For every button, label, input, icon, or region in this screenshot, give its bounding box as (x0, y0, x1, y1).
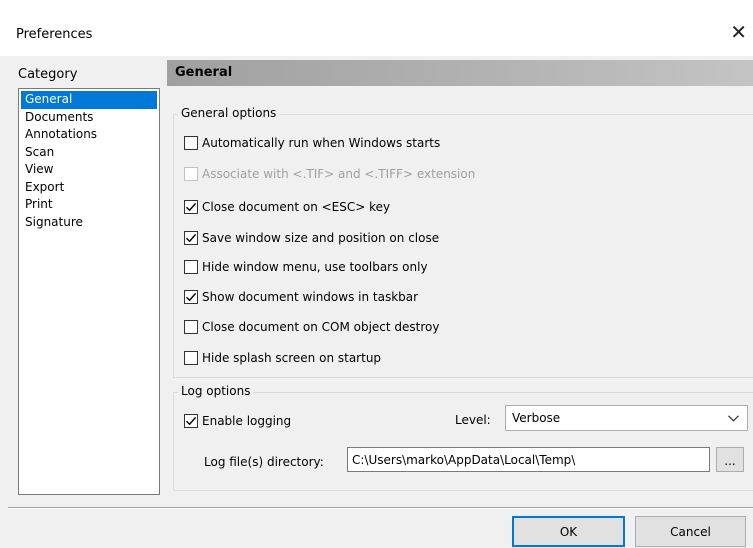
cancel-button[interactable]: Cancel (635, 516, 746, 547)
general-option-checkbox[interactable]: Save window size and position on close (184, 229, 439, 247)
general-option-label: Hide window menu, use toolbars only (202, 260, 428, 274)
enable-logging-checkbox[interactable]: Enable logging (184, 412, 291, 430)
general-option-checkbox: Associate with <.TIF> and <.TIFF> extens… (184, 165, 475, 183)
category-item-view[interactable]: View (21, 161, 157, 179)
general-option-label: Close document on <ESC> key (202, 200, 391, 214)
log-directory-input[interactable] (347, 447, 710, 472)
category-item-scan[interactable]: Scan (21, 144, 157, 162)
checkbox-box[interactable] (184, 414, 198, 428)
general-option-checkbox[interactable]: Hide window menu, use toolbars only (184, 258, 428, 276)
checkbox-box[interactable] (184, 290, 198, 304)
footer-divider (8, 507, 753, 509)
general-option-checkbox[interactable]: Hide splash screen on startup (184, 349, 381, 367)
checkbox-box[interactable] (184, 231, 198, 245)
checkbox-box[interactable] (184, 320, 198, 334)
general-options-legend: General options (178, 106, 280, 120)
general-option-label: Associate with <.TIF> and <.TIFF> extens… (202, 167, 476, 181)
category-list[interactable]: General Documents Annotations Scan View … (18, 88, 160, 495)
level-label: Level: (455, 413, 491, 427)
general-option-checkbox[interactable]: Close document on COM object destroy (184, 318, 439, 336)
window-title: Preferences (16, 27, 93, 42)
section-header: General (167, 60, 753, 86)
checkmark-icon (186, 292, 197, 302)
category-item-general[interactable]: General (21, 91, 157, 109)
checkbox-box[interactable] (184, 260, 198, 274)
close-icon[interactable]: ✕ (730, 22, 747, 42)
chevron-down-icon (728, 414, 739, 422)
general-option-label: Hide splash screen on startup (202, 351, 382, 365)
checkbox-box (184, 167, 198, 181)
checkbox-box[interactable] (184, 136, 198, 150)
general-option-checkbox[interactable]: Show document windows in taskbar (184, 288, 418, 306)
category-item-signature[interactable]: Signature (21, 214, 157, 232)
log-level-value: Verbose (512, 411, 561, 425)
category-item-print[interactable]: Print (21, 196, 157, 214)
category-item-export[interactable]: Export (21, 179, 157, 197)
ok-button[interactable]: OK (512, 516, 625, 547)
general-option-label: Close document on COM object destroy (202, 320, 440, 334)
checkmark-icon (186, 416, 197, 426)
log-options-legend: Log options (178, 384, 254, 398)
category-item-documents[interactable]: Documents (21, 109, 157, 127)
category-item-annotations[interactable]: Annotations (21, 126, 157, 144)
title-bar: Preferences ✕ (0, 0, 753, 56)
log-directory-label: Log file(s) directory: (204, 455, 324, 469)
log-level-select[interactable]: Verbose (505, 405, 748, 431)
general-option-label: Automatically run when Windows starts (202, 136, 441, 150)
general-option-label: Show document windows in taskbar (202, 290, 419, 304)
enable-logging-label: Enable logging (202, 414, 292, 428)
checkbox-box[interactable] (184, 351, 198, 365)
checkbox-box[interactable] (184, 200, 198, 214)
general-option-checkbox[interactable]: Automatically run when Windows starts (184, 134, 440, 152)
general-option-label: Save window size and position on close (202, 231, 440, 245)
checkmark-icon (186, 202, 197, 212)
general-option-checkbox[interactable]: Close document on <ESC> key (184, 198, 390, 216)
category-label: Category (18, 67, 78, 82)
browse-button[interactable]: ... (716, 447, 744, 472)
checkmark-icon (186, 233, 197, 243)
